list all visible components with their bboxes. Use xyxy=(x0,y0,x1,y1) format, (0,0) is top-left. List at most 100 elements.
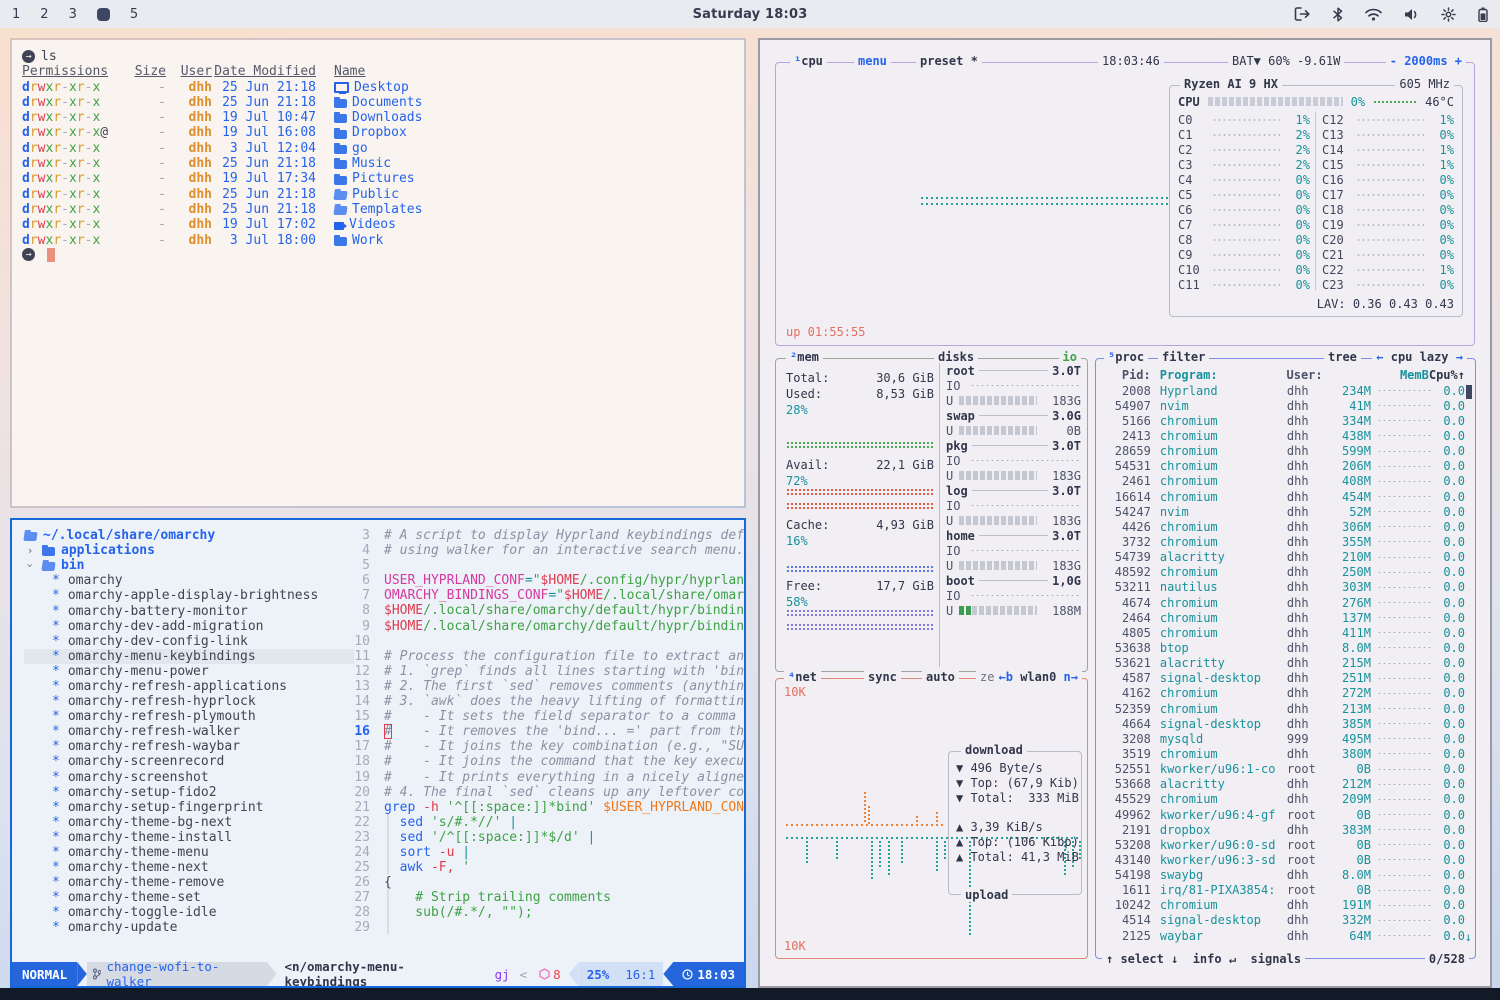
tab-net[interactable]: ⁴net xyxy=(784,670,821,684)
code-line[interactable]: 13# 2. The first `sed` removes comments … xyxy=(344,679,744,694)
tree-item[interactable]: *omarchy-theme-menu xyxy=(24,845,342,860)
process-row[interactable]: 43140kworker/u96:3-sdroot0B0.0 xyxy=(1102,852,1465,867)
code-line[interactable]: 29│ xyxy=(344,920,744,935)
tree-item[interactable]: ›applications xyxy=(24,543,342,558)
tree-item[interactable]: *omarchy-dev-config-link xyxy=(24,634,342,649)
proc-scrollbar-thumb[interactable] xyxy=(1466,385,1472,399)
net-sync-button[interactable]: sync xyxy=(864,670,901,684)
code-line[interactable]: 23│ sed '/^[[:space:]]*$/d' | xyxy=(344,830,744,845)
proc-header-User[interactable]: User: xyxy=(1287,368,1328,382)
tree-item[interactable]: *omarchy-theme-install xyxy=(24,830,342,845)
proc-sort-control[interactable]: ← cpu lazy → xyxy=(1372,350,1467,364)
bluetooth-icon[interactable] xyxy=(1333,7,1343,22)
code-line[interactable]: 18# - It joins the command that the key … xyxy=(344,754,744,769)
code-line[interactable]: 19# - It prints everything in a nicely a… xyxy=(344,770,744,785)
code-line[interactable]: 25│ awk -F, ' xyxy=(344,860,744,875)
code-pane[interactable]: 3# A script to display Hyprland keybindi… xyxy=(344,520,744,962)
ls-name[interactable]: Pictures xyxy=(316,171,415,186)
io-label[interactable]: io xyxy=(1059,350,1081,364)
workspace-1[interactable]: 1 xyxy=(12,7,20,22)
process-row[interactable]: 4587signal-desktopdhh251M0.0 xyxy=(1102,671,1465,686)
process-row[interactable]: 4664signal-desktopdhh385M0.0 xyxy=(1102,716,1465,731)
tree-item[interactable]: *omarchy-setup-fingerprint xyxy=(24,800,342,815)
ls-name[interactable]: Public xyxy=(316,187,399,202)
code-line[interactable]: 10 xyxy=(344,634,744,649)
process-row[interactable]: 3208mysqld999495M0.0 xyxy=(1102,731,1465,746)
process-row[interactable]: 2191dropboxdhh383M0.0 xyxy=(1102,822,1465,837)
tree-item[interactable]: *omarchy-battery-monitor xyxy=(24,603,342,618)
tree-item[interactable]: *omarchy-refresh-hyprlock xyxy=(24,694,342,709)
tab-proc[interactable]: ⁵proc xyxy=(1104,350,1148,364)
code-line[interactable]: 24│ sort -u | xyxy=(344,845,744,860)
ls-name[interactable]: Videos xyxy=(316,217,396,232)
tree-item[interactable]: *omarchy-toggle-idle xyxy=(24,905,342,920)
tree-item[interactable]: *omarchy-refresh-waybar xyxy=(24,739,342,754)
workspace-5[interactable]: 5 xyxy=(130,7,138,22)
proc-tree-button[interactable]: tree xyxy=(1324,350,1361,364)
process-row[interactable]: 54198swaybgdhh8.0M0.0 xyxy=(1102,868,1465,883)
tree-item[interactable]: *omarchy-refresh-walker xyxy=(24,724,342,739)
tree-item[interactable]: *omarchy-theme-remove xyxy=(24,875,342,890)
code-line[interactable]: 28│ sub(/#.*/, ""); xyxy=(344,905,744,920)
menu-button[interactable]: menu xyxy=(854,54,891,68)
code-line[interactable]: 20# 4. The final `sed` cleans up any lef… xyxy=(344,785,744,800)
tree-item[interactable]: *omarchy-dev-add-migration xyxy=(24,619,342,634)
code-line[interactable]: 12# 1. `grep` finds all lines starting w… xyxy=(344,664,744,679)
process-row[interactable]: 52551kworker/u96:1-coroot0B0.0 xyxy=(1102,762,1465,777)
tree-item[interactable]: *omarchy-setup-fido2 xyxy=(24,785,342,800)
process-row[interactable]: 2008Hyprlanddhh234M0.0 xyxy=(1102,383,1465,398)
git-branch[interactable]: change-wofi-to-walker xyxy=(87,962,267,986)
process-row[interactable]: 16614chromiumdhh454M0.0 xyxy=(1102,489,1465,504)
wifi-icon[interactable] xyxy=(1365,8,1382,21)
tree-root[interactable]: ~/.local/share/omarchy xyxy=(24,528,342,543)
code-line[interactable]: 22│ sed 's/#.*//' | xyxy=(344,815,744,830)
code-line[interactable]: 17# - It joins the key combination (e.g.… xyxy=(344,739,744,754)
prompt-line[interactable]: → xyxy=(22,248,744,262)
tree-item[interactable]: *omarchy-refresh-applications xyxy=(24,679,342,694)
process-row[interactable]: 4162chromiumdhh272M0.0 xyxy=(1102,686,1465,701)
code-line[interactable]: 6USER_HYPRLAND_CONF="$HOME/.config/hypr/… xyxy=(344,573,744,588)
tree-item-selected[interactable]: *omarchy-menu-keybindings xyxy=(24,649,354,664)
code-line[interactable]: 9$HOME/.local/share/omarchy/default/hypr… xyxy=(344,619,744,634)
code-line[interactable]: 26{ xyxy=(344,875,744,890)
process-row[interactable]: 5166chromiumdhh334M0.0 xyxy=(1102,413,1465,428)
process-row[interactable]: 54247nvimdhh52M0.0 xyxy=(1102,504,1465,519)
code-line[interactable]: 27│ # Strip trailing comments xyxy=(344,890,744,905)
process-row[interactable]: 2125waybardhh64M0.0 xyxy=(1102,928,1465,943)
preset-button[interactable]: preset * xyxy=(916,54,982,68)
process-row[interactable]: 53208kworker/u96:0-sdroot0B0.0 xyxy=(1102,837,1465,852)
ls-name[interactable]: go xyxy=(316,141,368,156)
update-interval[interactable]: - 2000ms + xyxy=(1386,54,1466,68)
tab-cpu[interactable]: ¹cpu xyxy=(790,54,827,68)
tree-item[interactable]: *omarchy xyxy=(24,573,342,588)
code-line[interactable]: 5 xyxy=(344,558,744,573)
process-row[interactable]: 3732chromiumdhh355M0.0 xyxy=(1102,534,1465,549)
process-row[interactable]: 54907nvimdhh41M0.0 xyxy=(1102,398,1465,413)
ls-name[interactable]: Downloads xyxy=(316,110,422,125)
code-line[interactable]: 7OMARCHY_BINDINGS_CONF="$HOME/.local/sha… xyxy=(344,588,744,603)
process-row[interactable]: 45529chromiumdhh209M0.0 xyxy=(1102,792,1465,807)
net-interface[interactable]: ←b wlan0 n→ xyxy=(995,670,1083,684)
proc-header-Program[interactable]: Program: xyxy=(1151,368,1287,382)
tree-item[interactable]: *omarchy-screenshot xyxy=(24,770,342,785)
disks-label[interactable]: disks xyxy=(934,350,978,364)
proc-header-Pid[interactable]: Pid: xyxy=(1102,368,1151,382)
tree-item[interactable]: *omarchy-screenrecord xyxy=(24,754,342,769)
process-row[interactable]: 53211nautilusdhh303M0.0 xyxy=(1102,580,1465,595)
process-row[interactable]: 53668alacrittydhh212M0.0 xyxy=(1102,777,1465,792)
tree-item[interactable]: *omarchy-theme-next xyxy=(24,860,342,875)
ls-name[interactable]: Dropbox xyxy=(316,125,407,140)
tree-item[interactable]: *omarchy-theme-set xyxy=(24,890,342,905)
process-row[interactable]: 28659chromiumdhh599M0.0 xyxy=(1102,444,1465,459)
workspace-2[interactable]: 2 xyxy=(40,7,48,22)
proc-scroll-down[interactable]: ↓ xyxy=(1465,930,1472,944)
process-row[interactable]: 54739alacrittydhh210M0.0 xyxy=(1102,550,1465,565)
code-line[interactable]: 15# - It sets the field separator to a c… xyxy=(344,709,744,724)
process-row[interactable]: 54531chromiumdhh206M0.0 xyxy=(1102,459,1465,474)
code-line[interactable]: 14# 3. `awk` does the heavy lifting of f… xyxy=(344,694,744,709)
code-line[interactable]: 4# using walker for an interactive searc… xyxy=(344,543,744,558)
proc-filter-button[interactable]: filter xyxy=(1158,350,1209,364)
process-row[interactable]: 10242chromiumdhh191M0.0 xyxy=(1102,898,1465,913)
ls-name[interactable]: Desktop xyxy=(316,80,409,95)
proc-header-MemB[interactable]: MemB xyxy=(1327,368,1428,382)
